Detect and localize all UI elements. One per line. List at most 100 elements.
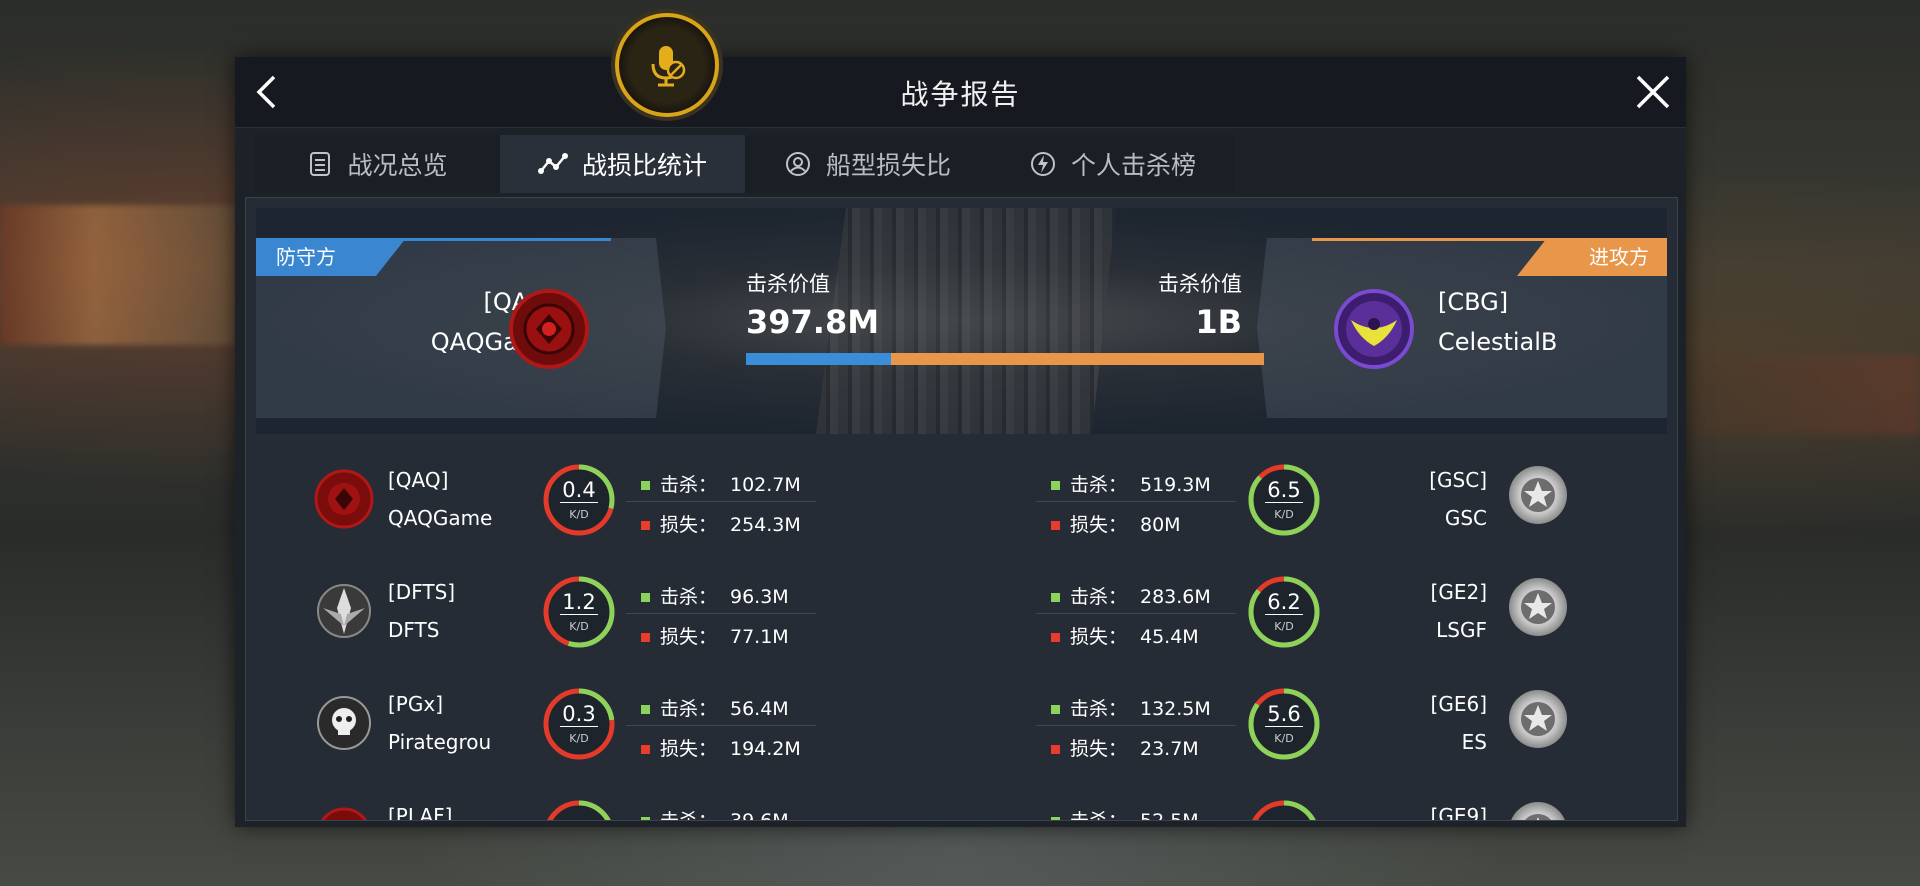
left-loss-stat: 损失： 77.1M [641, 622, 789, 649]
left-corp-logo-icon [317, 696, 371, 750]
left-kill-value: 102.7M [730, 474, 801, 496]
kill-label: 击杀： [660, 698, 718, 720]
tab-kill-board-label: 个人击杀榜 [1070, 151, 1196, 180]
chart-line-icon [537, 153, 568, 174]
kd-unit: K/D [1274, 732, 1294, 745]
war-report-panel: 战争报告 战况总览 战损比统计 船型损失比 个人击杀榜 防守方 进攻方 QAQG… [235, 13, 1686, 827]
right-loss-value: 45.4M [1140, 626, 1199, 648]
left-corp-name: QAQGame [388, 506, 493, 530]
red-corp-emblem-icon [509, 289, 589, 369]
defender-logo[interactable] [506, 286, 592, 376]
defender-kill-label: 击杀价值 [746, 272, 830, 296]
close-button[interactable] [1630, 69, 1676, 115]
list-icon [310, 152, 331, 176]
left-kill-stat: 击杀： 39.6M [641, 806, 789, 821]
right-corp-name: LSGF [1436, 618, 1487, 642]
kd-unit: K/D [569, 732, 589, 745]
kd-unit: K/D [569, 620, 589, 633]
kill-label: 击杀： [1070, 474, 1128, 496]
left-corp-name: Pirategrou [388, 730, 492, 754]
background-blur-left [0, 205, 235, 345]
loss-label: 损失： [1070, 514, 1128, 536]
right-corp-tag: [GE9] [1430, 804, 1487, 821]
star-emblem-icon [1521, 702, 1555, 736]
kill-ratio-fill [746, 353, 892, 365]
page-title: 战争报告 [900, 78, 1021, 111]
right-loss-stat: 损失： 23.7M [1051, 734, 1199, 761]
star-emblem-icon [1521, 478, 1555, 512]
stat-divider [626, 725, 816, 726]
attacker-corp-name: CelestialB [1438, 328, 1558, 356]
left-kd-ring: 1.2 K/D [541, 574, 617, 650]
corp-stat-row[interactable]: [DFTS] DFTS 1.2 K/D 击杀： 96.3M 损失： 77.1M 击杀… [256, 556, 1667, 666]
right-kd-value: 6.5 [1265, 478, 1303, 503]
right-corp-tag: [GE2] [1430, 580, 1487, 604]
title-bar: 战争报告 [235, 57, 1686, 128]
left-kd-value: 1.2 [560, 590, 598, 615]
right-corp-name: ES [1461, 730, 1487, 754]
left-kill-value: 96.3M [730, 586, 789, 608]
right-kd-ring: 6.2 K/D [1246, 574, 1322, 650]
star-emblem-icon [1521, 590, 1555, 624]
right-corp-tag: [GSC] [1429, 468, 1487, 492]
left-corp-tag: [QAQ] [388, 468, 449, 492]
attacker-logo[interactable] [1331, 286, 1417, 376]
kill-ratio-bar [746, 353, 1264, 365]
tab-overview[interactable]: 战况总览 [255, 135, 500, 193]
purple-corp-emblem-icon [1334, 289, 1414, 369]
left-kd-ring: 0.3 K/D [541, 686, 617, 762]
corp-stat-row[interactable]: [PLAF] K/D 击杀：39.6M 损失： 击杀：52.5M 损失： K/D… [256, 780, 1667, 821]
ship-target-icon [785, 152, 810, 176]
right-corp-name: GSC [1444, 506, 1487, 530]
tab-bar: 战况总览 战损比统计 船型损失比 个人击杀榜 [255, 135, 1235, 193]
left-kill-stat: 击杀： 102.7M [641, 470, 801, 497]
tab-loss-ratio-label: 战损比统计 [581, 151, 707, 180]
corp-stat-row[interactable]: [PGx] Pirategrou 0.3 K/D 击杀： 56.4M 损失： 194… [256, 668, 1667, 778]
right-kd-value [1282, 814, 1286, 820]
right-loss-stat: 损失： 45.4M [1051, 622, 1199, 649]
kill-label: 击杀： [1070, 698, 1128, 720]
loss-label: 损失： [1070, 738, 1128, 760]
left-kd-value [577, 814, 581, 820]
stat-divider [626, 613, 816, 614]
right-kill-value: 52.5M [1140, 810, 1199, 821]
kill-label: 击杀： [1070, 810, 1128, 821]
left-corp-logo-icon [320, 807, 368, 820]
kill-label: 击杀： [660, 474, 718, 496]
lightning-icon [1030, 152, 1055, 176]
tab-kill-board[interactable]: 个人击杀榜 [990, 135, 1235, 193]
right-kd-value: 6.2 [1265, 590, 1303, 615]
tab-ship-loss[interactable]: 船型损失比 [745, 135, 990, 193]
battle-summary: 防守方 进攻方 [QAQ] QAQGame 击杀价值 397.8M 击杀价值 1… [256, 208, 1667, 434]
left-corp-tag: [PGx] [388, 692, 443, 716]
right-kd-ring: 5.6 K/D [1246, 686, 1322, 762]
left-kd-ring: K/D [541, 798, 617, 820]
kd-unit: K/D [1274, 508, 1294, 521]
right-corp-tag: [GE6] [1430, 692, 1487, 716]
left-corp-name: DFTS [388, 618, 440, 642]
right-kd-ring: K/D [1246, 798, 1322, 820]
left-corp-logo-icon [314, 469, 374, 529]
loss-label: 损失： [660, 626, 718, 648]
tab-loss-ratio[interactable]: 战损比统计 [500, 135, 745, 193]
tab-ship-loss-label: 船型损失比 [825, 151, 951, 180]
right-loss-stat: 损失： 80M [1051, 510, 1181, 537]
stat-divider [1036, 501, 1236, 502]
left-loss-value: 77.1M [730, 626, 789, 648]
content-area: 防守方 进攻方 [QAQ] QAQGame 击杀价值 397.8M 击杀价值 1… [245, 197, 1678, 821]
left-corp-logo-icon [317, 584, 371, 638]
right-kill-value: 519.3M [1140, 474, 1211, 496]
right-kill-value: 132.5M [1140, 698, 1211, 720]
stat-divider [1036, 725, 1236, 726]
stat-divider [1036, 613, 1236, 614]
right-kill-stat: 击杀： 283.6M [1051, 582, 1211, 609]
attacker-corp-tag: [CBG] [1438, 288, 1509, 316]
right-corp-logo [1509, 690, 1567, 748]
corp-stat-row[interactable]: [QAQ] QAQGame 0.4 K/D 击杀： 102.7M 损失： 254.3… [256, 444, 1667, 554]
kill-label: 击杀： [1070, 586, 1128, 608]
left-kd-value: 0.3 [560, 702, 598, 727]
left-kill-value: 39.6M [730, 810, 789, 821]
right-corp-logo [1509, 466, 1567, 524]
voice-mute-button[interactable] [615, 13, 719, 117]
left-kill-stat: 击杀： 56.4M [641, 694, 789, 721]
